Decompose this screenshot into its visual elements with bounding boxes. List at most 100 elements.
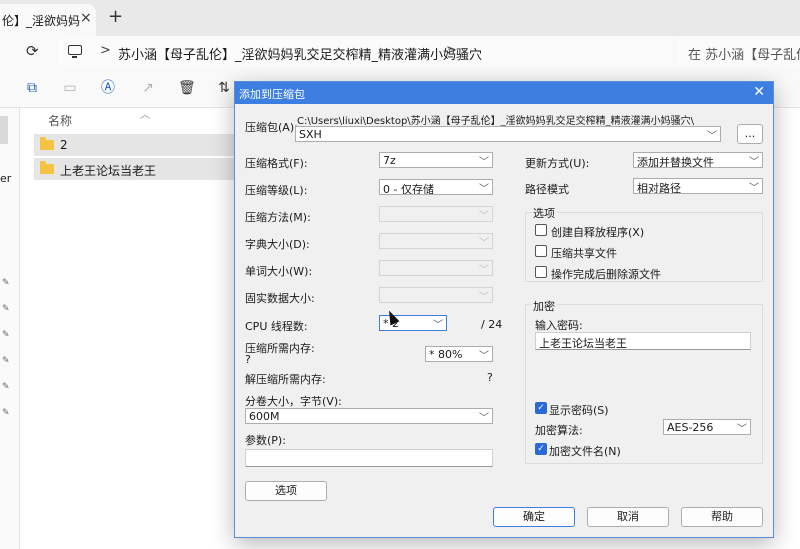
encrypt-names-label[interactable]: 加密文件名(N) (549, 443, 621, 459)
chevron-down-icon: ﹀ (433, 320, 443, 331)
chevron-down-icon: ﹀ (479, 238, 489, 249)
pin-icon: ✎ (2, 408, 10, 418)
parameters-input[interactable] (245, 449, 493, 467)
memory-select[interactable]: * 80% ﹀ (425, 346, 493, 362)
delete-after-label[interactable]: 操作完成后删除源文件 (551, 266, 661, 282)
memory-label: 压缩所需内存: (245, 342, 315, 355)
path-mode-value: 相对路径 (637, 182, 681, 194)
method-select: ﹀ (379, 206, 493, 222)
sfx-checkbox[interactable] (535, 224, 547, 236)
delete-after-checkbox[interactable] (535, 266, 547, 278)
list-item-name: 2 (60, 138, 68, 152)
shared-files-checkbox[interactable] (535, 245, 547, 257)
update-mode-select[interactable]: 添加并替换文件 ﹀ (633, 152, 763, 168)
archive-name-value: SXH (299, 128, 322, 141)
chevron-down-icon: ﹀ (479, 351, 489, 362)
cancel-button[interactable]: 取消 (587, 507, 669, 527)
solid-size-label: 固实数据大小: (245, 292, 315, 305)
password-input[interactable]: 上老王论坛当老王 (535, 332, 751, 350)
new-tab-icon[interactable]: + (108, 6, 123, 27)
word-size-label: 单词大小(W): (245, 265, 313, 278)
chevron-down-icon[interactable]: ﹀ (707, 127, 717, 141)
breadcrumb[interactable]: 苏小涵【母子乱伦】_淫欲妈妈乳交足交榨精_精液灌满小妈骚穴 (118, 44, 482, 63)
chevron-down-icon: ﹀ (737, 424, 747, 435)
memory-value: * 80% (429, 348, 463, 361)
list-item[interactable]: 上老王论坛当老王 (34, 158, 254, 180)
volume-size-combo[interactable]: 600M ﹀ (245, 408, 493, 424)
address-bar: ⟳ > 苏小涵【母子乱伦】_淫欲妈妈乳交足交榨精_精液灌满小妈骚穴 > 在 苏小… (0, 36, 800, 68)
sort-icon[interactable]: ⇅ (216, 80, 232, 96)
shared-files-label[interactable]: 压缩共享文件 (551, 245, 617, 261)
search-input[interactable]: 在 苏小涵【母子乱伦】_ (678, 38, 800, 66)
tab-title: 伦】_淫欲妈妈 (2, 14, 81, 28)
chevron-down-icon: ﹀ (479, 157, 489, 168)
share-icon[interactable]: ↗ (140, 80, 156, 96)
format-label: 压缩格式(F): (245, 157, 308, 170)
chevron-right-icon[interactable]: > (446, 43, 457, 58)
chevron-right-icon[interactable]: > (100, 43, 111, 58)
pin-icon: ✎ (2, 330, 10, 340)
help-button[interactable]: 帮助 (681, 507, 763, 527)
update-mode-label: 更新方式(U): (525, 157, 590, 170)
options-button[interactable]: 选项 (245, 481, 327, 501)
encryption-group-title: 加密 (531, 298, 557, 314)
volume-size-label: 分卷大小，字节(V): (245, 395, 342, 408)
list-item-name: 上老王论坛当老王 (60, 164, 157, 178)
format-select[interactable]: 7z ﹀ (379, 152, 493, 168)
close-icon[interactable]: ✕ (753, 84, 765, 100)
this-pc-icon (68, 45, 82, 58)
chevron-down-icon: ﹀ (479, 184, 489, 195)
chevron-down-icon: ﹀ (479, 265, 489, 276)
level-select[interactable]: 0 - 仅存储 ﹀ (379, 179, 493, 195)
show-password-label[interactable]: 显示密码(S) (549, 402, 609, 418)
add-to-archive-dialog: 添加到压缩包 ✕ 压缩包(A): C:\Users\liuxi\Desktop\… (234, 81, 774, 538)
ok-button[interactable]: 确定 (493, 507, 575, 527)
password-label: 输入密码: (535, 319, 583, 332)
dictionary-select: ﹀ (379, 233, 493, 249)
column-header-name[interactable]: 名称 (48, 112, 72, 129)
pin-icon: ✎ (2, 304, 10, 314)
encrypt-names-checkbox[interactable]: ✓ (535, 443, 547, 455)
archive-path: C:\Users\liuxi\Desktop\苏小涵【母子乱伦】_淫欲妈妈乳交足… (297, 116, 695, 127)
options-group-title: 选项 (531, 205, 557, 221)
level-value: 0 - 仅存储 (383, 183, 434, 195)
cpu-threads-label: CPU 线程数: (245, 320, 308, 333)
navigation-pane: er ✎ ✎ ✎ ✎ ✎ ✎ (0, 108, 20, 549)
encryption-method-value: AES-256 (667, 421, 714, 434)
memory-unknown: ? (245, 353, 251, 366)
show-password-checkbox[interactable]: ✓ (535, 402, 547, 414)
solid-size-select: ﹀ (379, 287, 493, 303)
format-value: 7z (383, 154, 396, 167)
browser-tab[interactable]: 伦】_淫欲妈妈 × (0, 4, 96, 36)
decompress-memory-label: 解压缩所需内存: (245, 373, 326, 386)
copy-icon[interactable]: ⧉ (24, 80, 40, 96)
address-field[interactable]: > 苏小涵【母子乱伦】_淫欲妈妈乳交足交榨精_精液灌满小妈骚穴 > (58, 38, 672, 66)
archive-name-combo[interactable]: SXH ﹀ (295, 126, 721, 142)
chevron-down-icon: ﹀ (479, 413, 489, 424)
delete-icon[interactable]: 🗑 (178, 80, 196, 96)
browse-button[interactable]: ... (737, 124, 763, 144)
dialog-titlebar[interactable]: 添加到压缩包 ✕ (235, 82, 773, 104)
tab-strip: 伦】_淫欲妈妈 × + (0, 0, 800, 36)
parameters-label: 参数(P): (245, 434, 286, 447)
paste-icon[interactable]: ▭ (62, 80, 78, 96)
dictionary-label: 字典大小(D): (245, 238, 310, 251)
volume-size-value: 600M (249, 410, 280, 423)
encryption-method-select[interactable]: AES-256 ﹀ (663, 419, 751, 435)
chevron-down-icon: ﹀ (479, 292, 489, 303)
sfx-label[interactable]: 创建自释放程序(X) (551, 224, 644, 240)
refresh-icon[interactable]: ⟳ (26, 42, 39, 60)
nav-selected-item[interactable] (0, 116, 8, 144)
archive-label: 压缩包(A): (245, 121, 298, 134)
folder-icon (40, 161, 54, 174)
rename-icon[interactable]: Ⓐ (100, 80, 116, 96)
list-item[interactable]: 2 (34, 134, 254, 156)
cpu-threads-total: / 24 (481, 318, 503, 331)
pin-icon: ✎ (2, 278, 10, 288)
encryption-method-label: 加密算法: (535, 424, 583, 437)
update-mode-value: 添加并替换文件 (637, 156, 714, 168)
tab-close-icon[interactable]: × (80, 10, 92, 26)
chevron-down-icon: ﹀ (749, 157, 759, 168)
nav-item-label[interactable]: er (0, 172, 11, 185)
path-mode-select[interactable]: 相对路径 ﹀ (633, 178, 763, 194)
